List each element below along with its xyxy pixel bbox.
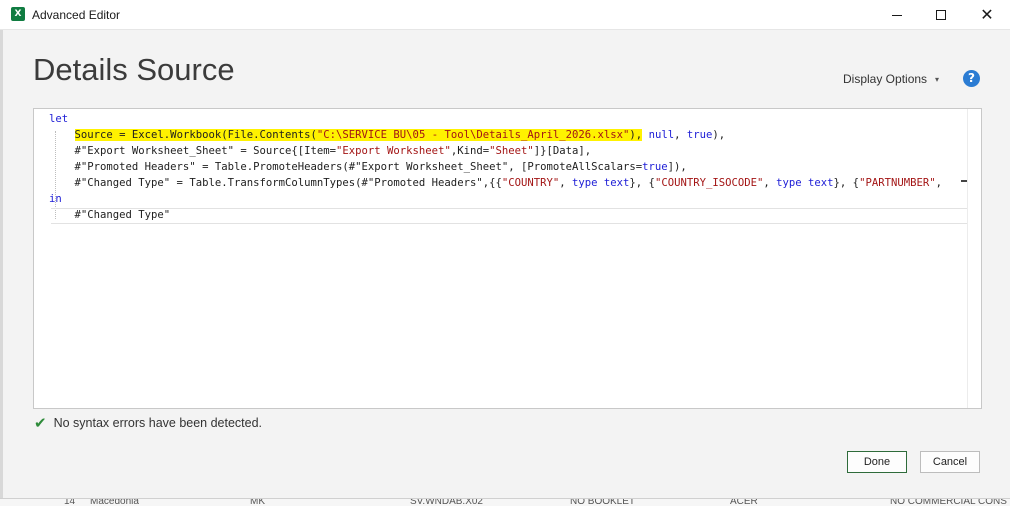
background-table-row: 14 Macedonia MK SV.WNDAB.X02 NO BOOKLET ACER N… <box>0 498 1010 506</box>
chevron-down-icon: ▾ <box>935 74 940 84</box>
code-line[interactable]: #"Promoted Headers" = Table.PromoteHeade… <box>49 159 687 175</box>
code-token: #"Changed Type" <box>49 209 171 221</box>
current-line-highlight <box>51 208 967 224</box>
code-line[interactable]: #"Changed Type" <box>49 207 171 223</box>
background-table-cell: NO BOOKLET <box>570 498 636 506</box>
background-table-cell: 14 <box>64 498 76 506</box>
code-line[interactable]: let <box>49 111 68 127</box>
code-token: ), <box>712 129 726 141</box>
code-line[interactable]: in <box>49 191 62 207</box>
title-bar[interactable]: X Advanced Editor ✕ <box>0 0 1010 30</box>
code-token: null <box>648 129 675 141</box>
close-icon: ✕ <box>980 5 994 24</box>
background-table-cell: Macedonia <box>90 498 139 506</box>
excel-app-icon: X <box>11 7 25 21</box>
minimize-icon <box>892 14 902 16</box>
code-token: true <box>642 161 668 173</box>
display-options-label: Display Options <box>843 72 928 86</box>
background-table-cell: NO COMMERCIAL CONS <box>890 498 1007 506</box>
code-line[interactable]: #"Changed Type" = Table.TransformColumnT… <box>49 175 943 191</box>
close-button[interactable]: ✕ <box>964 0 1010 30</box>
maximize-icon <box>936 10 946 20</box>
code-token: type text <box>776 177 834 189</box>
code-token: type text <box>572 177 630 189</box>
page-title: Details Source <box>33 52 235 87</box>
advanced-editor-window: X Advanced Editor ✕ Details Source Displ… <box>0 0 1010 506</box>
code-token: true <box>686 129 713 141</box>
background-window-edge <box>0 30 3 506</box>
display-options-dropdown[interactable]: Display Options ▾ <box>843 72 939 86</box>
code-token: }, { <box>833 177 860 189</box>
background-table-cell: MK <box>250 498 265 506</box>
code-token: "Sheet" <box>489 145 534 157</box>
code-line[interactable]: #"Export Worksheet_Sheet" = Source{[Item… <box>49 143 592 159</box>
code-token: , <box>674 129 687 141</box>
vertical-scrollbar[interactable] <box>967 109 981 408</box>
code-token: #"Promoted Headers" = Table.PromoteHeade… <box>49 161 643 173</box>
code-token: let <box>49 113 69 125</box>
check-icon: ✔ <box>34 414 47 432</box>
code-token: ]}[Data], <box>533 145 592 157</box>
maximize-button[interactable] <box>918 0 964 30</box>
code-token: ]), <box>667 161 687 173</box>
code-token: , <box>559 177 573 189</box>
code-token: , <box>763 177 777 189</box>
background-table-cell: SV.WNDAB.X02 <box>410 498 483 506</box>
code-token: "C:\SERVICE BU\05 - Tool\Details_April_2… <box>316 129 630 141</box>
code-token: ,Kind= <box>450 145 490 157</box>
code-token: }, { <box>629 177 655 189</box>
code-token: #"Export Worksheet_Sheet" = Source{[Item… <box>49 145 337 157</box>
code-token: , <box>935 177 942 189</box>
code-token: "COUNTRY_ISOCODE" <box>654 177 764 189</box>
code-token: "Export Worksheet" <box>336 145 451 157</box>
code-token: ), <box>629 129 643 141</box>
code-token: Source = Excel.Workbook(File.Contents( <box>74 129 317 141</box>
minimize-button[interactable] <box>874 0 920 30</box>
background-table-cell: ACER <box>730 498 758 506</box>
code-token: "PARTNUMBER" <box>859 177 936 189</box>
code-text-area[interactable]: let Source = Excel.Workbook(File.Content… <box>34 109 967 408</box>
code-line[interactable]: Source = Excel.Workbook(File.Contents("C… <box>49 127 725 143</box>
syntax-status: ✔ No syntax errors have been detected. <box>34 414 262 432</box>
cancel-button[interactable]: Cancel <box>920 451 980 473</box>
done-button[interactable]: Done <box>847 451 907 473</box>
window-title: Advanced Editor <box>32 8 121 22</box>
code-token: "COUNTRY" <box>501 177 560 189</box>
help-icon[interactable]: ? <box>963 70 980 87</box>
code-editor[interactable]: let Source = Excel.Workbook(File.Content… <box>33 108 982 409</box>
syntax-status-message: No syntax errors have been detected. <box>53 416 263 430</box>
code-token: #"Changed Type" = Table.TransformColumnT… <box>49 177 502 189</box>
code-token: in <box>49 193 62 205</box>
